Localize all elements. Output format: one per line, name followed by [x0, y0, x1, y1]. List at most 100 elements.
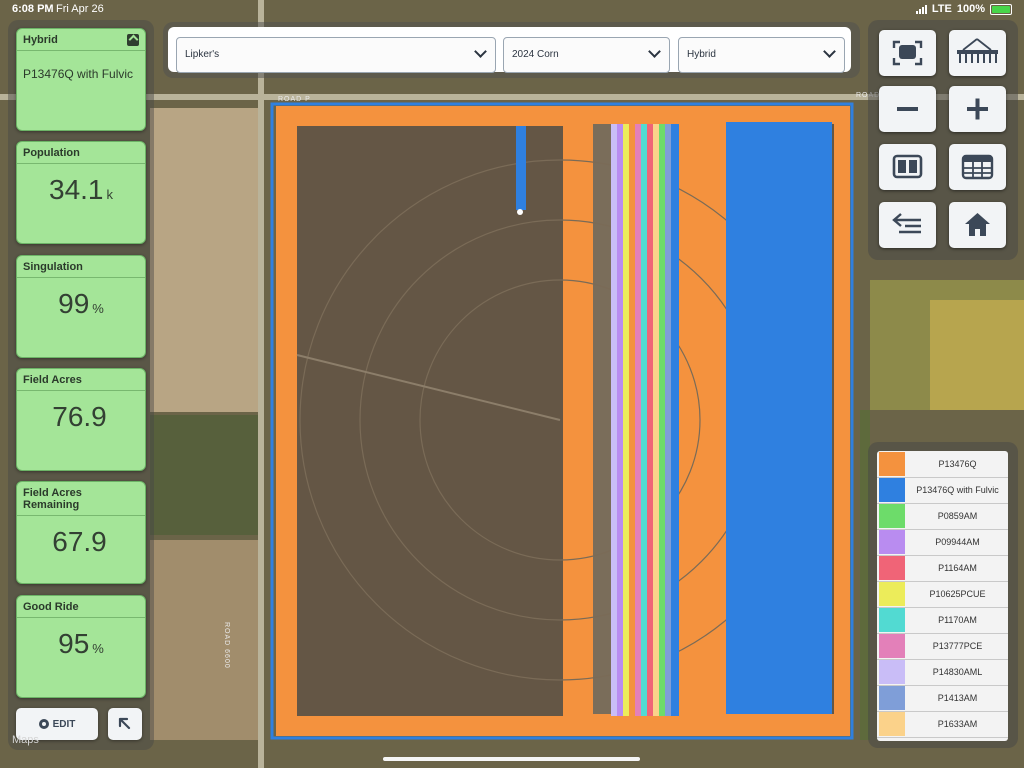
map-toolbar [868, 20, 1018, 260]
edit-icon[interactable] [127, 34, 139, 46]
layers-list-icon [892, 213, 921, 234]
farm-select[interactable]: Lipker's [176, 37, 496, 73]
legend-swatch [879, 530, 905, 554]
chevron-down-icon [823, 45, 836, 58]
legend-item: P13476Q with Fulvic [877, 477, 1008, 504]
home-button[interactable] [949, 202, 1006, 248]
farm-select-value: Lipker's [185, 49, 220, 60]
strip-p0859am [659, 124, 665, 716]
battery-label: 100% [956, 3, 985, 15]
season-select[interactable]: 2024 Corn [503, 37, 670, 73]
legend-list: P13476Q P13476Q with Fulvic P0859AM P09944A… [877, 451, 1008, 741]
center-focus-icon [892, 40, 923, 66]
status-date: Fri Apr 26 [56, 3, 104, 15]
home-indicator[interactable] [383, 757, 640, 761]
field-tile-west [150, 108, 262, 412]
metric-unit: % [92, 641, 104, 656]
strip-p13476q-fulvic [671, 124, 679, 716]
strip-p1413am [665, 124, 671, 716]
season-select-value: 2024 Corn [512, 49, 559, 60]
zoom-in-button[interactable] [949, 86, 1006, 132]
metric-title: Field Acres [17, 369, 145, 391]
bare-field-west [297, 126, 563, 716]
table-view-button[interactable] [949, 144, 1006, 190]
battery-icon [990, 3, 1012, 15]
selector-bar-inner: Lipker's 2024 Corn Hybrid [168, 27, 851, 73]
metric-field-acres[interactable]: Field Acres 76.9 [16, 368, 146, 471]
signal-icon [915, 4, 927, 14]
legend-swatch [879, 556, 905, 580]
chevron-down-icon [474, 45, 487, 58]
legend-item: P13777PCE [877, 633, 1008, 660]
layers-list-button[interactable] [879, 202, 936, 248]
metric-unit: k [106, 187, 114, 202]
legend-label: P13777PCE [932, 641, 983, 651]
split-view-button[interactable] [879, 144, 936, 190]
legend-swatch [879, 478, 905, 502]
legend-item: P1164AM [877, 555, 1008, 582]
legend-swatch [879, 452, 905, 476]
planter-button[interactable] [949, 30, 1006, 76]
legend-label: P1164AM [938, 563, 977, 573]
metric-value: P13476Q with Fulvic [23, 67, 134, 81]
chevron-down-icon [648, 45, 661, 58]
strip-p1164am [647, 124, 653, 716]
strip-p09944am [617, 124, 623, 716]
legend-item: P14830AML [877, 659, 1008, 686]
legend-swatch [879, 504, 905, 528]
metric-value: 99 [58, 288, 90, 319]
layer-select[interactable]: Hybrid [678, 37, 845, 73]
metric-value: 34.1 [49, 174, 104, 205]
arrow-up-left-icon [118, 717, 131, 730]
strip-p14830aml [611, 124, 617, 716]
center-focus-button[interactable] [879, 30, 936, 76]
legend-label: P13476Q [938, 459, 977, 469]
strip-p13476q [629, 124, 635, 716]
selector-bar: Lipker's 2024 Corn Hybrid [163, 22, 860, 78]
metric-good-ride[interactable]: Good Ride 95% [16, 595, 146, 698]
road-label: ROAD 6600 [223, 622, 230, 669]
metric-title: Good Ride [17, 596, 145, 618]
metric-title: Population [17, 142, 145, 164]
legend-label: P1170AM [938, 615, 977, 625]
coverage-current-pass [516, 126, 526, 210]
metric-hybrid[interactable]: Hybrid P13476Q with Fulvic [16, 28, 146, 131]
road-label: ROAD P [278, 96, 311, 103]
tractor-icon [517, 209, 523, 215]
metric-singulation[interactable]: Singulation 99% [16, 255, 146, 358]
legend-label: P0859AM [937, 511, 978, 521]
metric-value: 67.9 [52, 526, 107, 557]
legend-swatch [879, 686, 905, 710]
legend-label: P1413AM [937, 693, 978, 703]
split-view-icon [892, 154, 923, 179]
legend-item: P09944AM [877, 529, 1008, 556]
legend-swatch [879, 712, 905, 736]
maps-watermark: Maps [12, 734, 39, 746]
legend-label: P13476Q with Fulvic [916, 485, 999, 495]
strip-p1633am [653, 124, 659, 716]
legend-item: P1633AM [877, 711, 1008, 738]
status-time: 6:08 PM [12, 3, 54, 15]
hybrid-legend: P13476Q P13476Q with Fulvic P0859AM P09944A… [868, 442, 1018, 748]
strip-p10625pcue [623, 124, 629, 716]
metric-unit: % [92, 301, 104, 316]
legend-item: P0859AM [877, 503, 1008, 530]
legend-swatch [879, 582, 905, 606]
metric-value: 76.9 [52, 401, 107, 432]
strip-p1170am [641, 124, 647, 716]
home-icon [965, 213, 990, 236]
legend-item: P1413AM [877, 685, 1008, 712]
road-west [258, 0, 264, 768]
zoom-out-button[interactable] [879, 86, 936, 132]
metric-title: Field Acres Remaining [17, 482, 145, 516]
expand-button[interactable] [108, 708, 142, 740]
planter-icon [957, 38, 998, 63]
coverage-fulvic-block [726, 122, 832, 714]
legend-item: P1170AM [877, 607, 1008, 634]
status-indicators: LTE 100% [915, 3, 1012, 15]
metric-population[interactable]: Population 34.1 k [16, 141, 146, 244]
legend-swatch [879, 608, 905, 632]
metric-field-acres-remaining[interactable]: Field Acres Remaining 67.9 [16, 481, 146, 584]
edit-button-label: EDIT [52, 718, 76, 730]
table-icon [961, 154, 994, 180]
